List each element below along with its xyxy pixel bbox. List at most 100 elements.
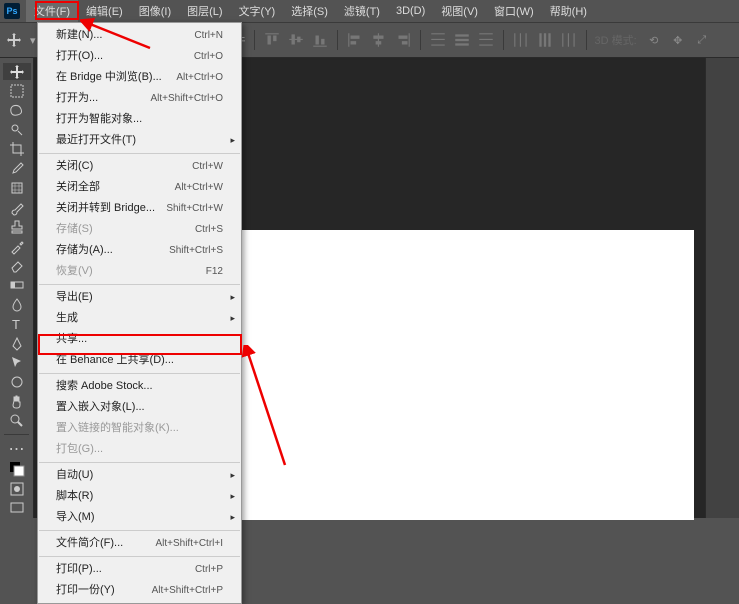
menu-item[interactable]: 文件简介(F)...Alt+Shift+Ctrl+I — [38, 533, 241, 554]
eraser-tool[interactable] — [3, 257, 31, 274]
menu-item[interactable]: 关闭(C)Ctrl+W — [38, 156, 241, 177]
type-tool[interactable]: T — [3, 315, 31, 332]
dist-top-icon[interactable] — [429, 31, 447, 49]
align-hcenter-icon[interactable] — [370, 31, 388, 49]
svg-text:T: T — [12, 317, 20, 332]
quick-select-tool[interactable] — [3, 121, 31, 138]
menu-item-shortcut: Alt+Shift+Ctrl+O — [150, 91, 223, 106]
patch-tool[interactable] — [3, 180, 31, 197]
menu-item-label: 关闭全部 — [56, 180, 100, 195]
menu-separator — [39, 556, 240, 557]
menu-item: 存储(S)Ctrl+S — [38, 219, 241, 240]
eyedropper-tool[interactable] — [3, 160, 31, 177]
menu-item: 打包(G)... — [38, 439, 241, 460]
align-bottom-icon[interactable] — [311, 31, 329, 49]
menu-item-shortcut: Ctrl+W — [192, 159, 223, 174]
move-tool[interactable] — [3, 63, 31, 80]
menu-item[interactable]: 打开(O)...Ctrl+O — [38, 46, 241, 67]
align-top-icon[interactable] — [263, 31, 281, 49]
dist-left-icon[interactable] — [512, 31, 530, 49]
menu-item-label: 存储为(A)... — [56, 243, 113, 258]
brush-tool[interactable] — [3, 199, 31, 216]
gradient-tool[interactable] — [3, 277, 31, 294]
menu-item-label: 打印一份(Y) — [56, 583, 115, 598]
menu-item-label: 共享... — [56, 332, 87, 347]
menu-item[interactable]: 置入嵌入对象(L)... — [38, 397, 241, 418]
menu-item-label: 打包(G)... — [56, 442, 103, 457]
menu-item[interactable]: 搜索 Adobe Stock... — [38, 376, 241, 397]
menu-file[interactable]: 文件(F) — [26, 0, 78, 22]
screenmode-tool[interactable] — [3, 500, 31, 517]
menu-item-label: 导出(E) — [56, 290, 93, 305]
menu-help[interactable]: 帮助(H) — [542, 0, 595, 22]
dist-vcenter-icon[interactable] — [453, 31, 471, 49]
menu-item[interactable]: 共享... — [38, 329, 241, 350]
menu-item-shortcut: Ctrl+P — [195, 562, 223, 577]
edit-toolbar[interactable]: ⋯ — [3, 439, 31, 459]
marquee-tool[interactable] — [3, 82, 31, 99]
3d-pan-icon[interactable]: ✥ — [669, 31, 687, 49]
menu-item-shortcut: Shift+Ctrl+W — [166, 201, 223, 216]
menu-item[interactable]: 打印一份(Y)Alt+Shift+Ctrl+P — [38, 580, 241, 601]
menu-item-label: 恢复(V) — [56, 264, 93, 279]
menu-separator — [39, 462, 240, 463]
dist-right-icon[interactable] — [560, 31, 578, 49]
menu-item[interactable]: 存储为(A)...Shift+Ctrl+S — [38, 240, 241, 261]
align-right-icon[interactable] — [394, 31, 412, 49]
stamp-tool[interactable] — [3, 218, 31, 235]
dist-bottom-icon[interactable] — [477, 31, 495, 49]
menu-item[interactable]: 打开为... Alt+Shift+Ctrl+O — [38, 88, 241, 109]
menu-edit[interactable]: 编辑(E) — [78, 0, 131, 22]
menu-item-label: 文件简介(F)... — [56, 536, 123, 551]
color-swatch[interactable] — [3, 461, 31, 478]
lasso-tool[interactable] — [3, 102, 31, 119]
menu-item[interactable]: 在 Behance 上共享(D)... — [38, 350, 241, 371]
menu-item-label: 置入链接的智能对象(K)... — [56, 421, 179, 436]
menu-window[interactable]: 窗口(W) — [486, 0, 542, 22]
menu-item[interactable]: 关闭并转到 Bridge...Shift+Ctrl+W — [38, 198, 241, 219]
menu-item[interactable]: 新建(N)...Ctrl+N — [38, 25, 241, 46]
menu-item-label: 置入嵌入对象(L)... — [56, 400, 145, 415]
menu-select[interactable]: 选择(S) — [283, 0, 336, 22]
blur-tool[interactable] — [3, 296, 31, 313]
menu-filter[interactable]: 滤镜(T) — [336, 0, 388, 22]
pen-tool[interactable] — [3, 335, 31, 352]
menu-item-shortcut: Ctrl+S — [195, 222, 223, 237]
menu-image[interactable]: 图像(I) — [131, 0, 179, 22]
menu-item-label: 最近打开文件(T) — [56, 133, 136, 148]
menu-item[interactable]: 关闭全部Alt+Ctrl+W — [38, 177, 241, 198]
menu-view[interactable]: 视图(V) — [433, 0, 486, 22]
divider — [586, 30, 587, 50]
menu-item-label: 打印(P)... — [56, 562, 102, 577]
3d-orbit-icon[interactable]: ⟲ — [645, 31, 663, 49]
align-left-icon[interactable] — [346, 31, 364, 49]
menu-type[interactable]: 文字(Y) — [231, 0, 284, 22]
menu-item[interactable]: 最近打开文件(T) — [38, 130, 241, 151]
menu-item-label: 搜索 Adobe Stock... — [56, 379, 153, 394]
quickmask-tool[interactable] — [3, 480, 31, 497]
menu-item[interactable]: 生成 — [38, 308, 241, 329]
path-select-tool[interactable] — [3, 354, 31, 371]
zoom-tool[interactable] — [3, 413, 31, 430]
menu-item[interactable]: 脚本(R) — [38, 486, 241, 507]
history-brush-tool[interactable] — [3, 238, 31, 255]
menu-layer[interactable]: 图层(L) — [179, 0, 230, 22]
menu-item-label: 打开(O)... — [56, 49, 103, 64]
menu-3d[interactable]: 3D(D) — [388, 2, 433, 20]
align-vcenter-icon[interactable] — [287, 31, 305, 49]
3d-slide-icon[interactable]: ⤢ — [693, 31, 711, 49]
menu-item[interactable]: 打开为智能对象... — [38, 109, 241, 130]
dist-hcenter-icon[interactable] — [536, 31, 554, 49]
menu-item-label: 在 Behance 上共享(D)... — [56, 353, 174, 368]
menu-item[interactable]: 打印(P)... Ctrl+P — [38, 559, 241, 580]
hand-tool[interactable] — [3, 393, 31, 410]
menu-item[interactable]: 在 Bridge 中浏览(B)...Alt+Ctrl+O — [38, 67, 241, 88]
menubar: Ps 文件(F) 编辑(E) 图像(I) 图层(L) 文字(Y) 选择(S) 滤… — [0, 0, 739, 22]
menu-item-label: 自动(U) — [56, 468, 93, 483]
crop-tool[interactable] — [3, 141, 31, 158]
canvas[interactable] — [240, 230, 694, 520]
menu-item-label: 打开为... — [56, 91, 98, 106]
menu-item[interactable]: 自动(U) — [38, 465, 241, 486]
menu-item[interactable]: 导出(E) — [38, 287, 241, 308]
shape-tool[interactable] — [3, 374, 31, 391]
